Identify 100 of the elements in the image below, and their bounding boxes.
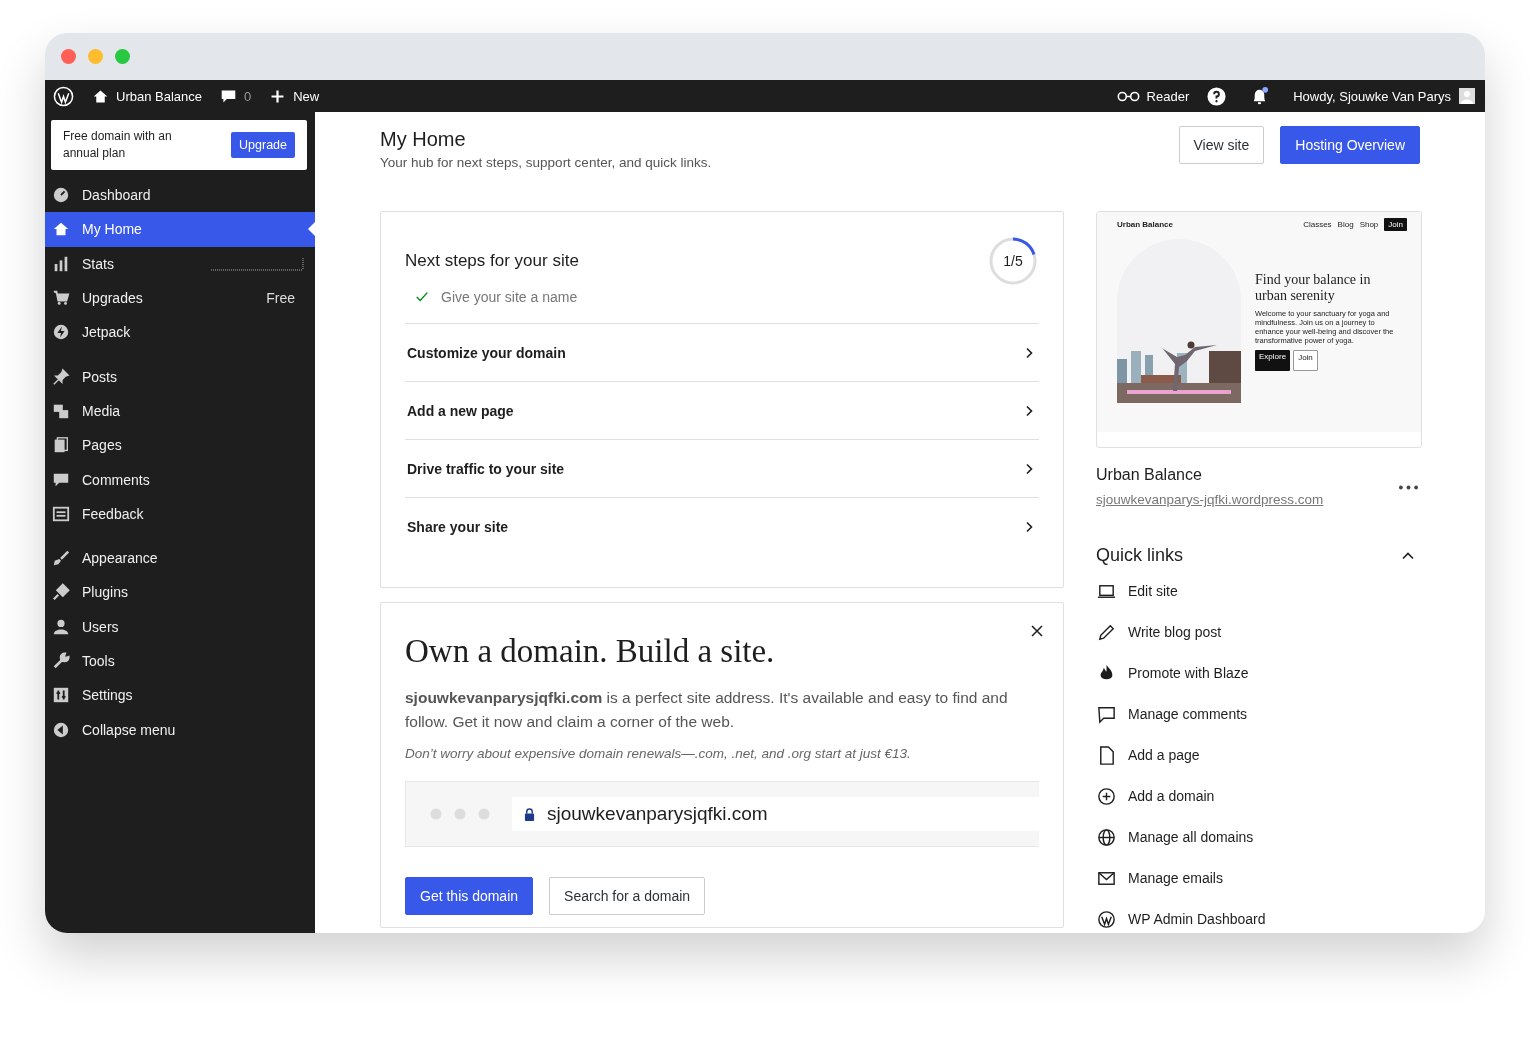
- user-icon: [52, 617, 70, 636]
- collapse-icon: [52, 720, 70, 739]
- sidebar-item[interactable]: Pages: [45, 428, 315, 463]
- preview-brand: Urban Balance: [1117, 220, 1174, 229]
- sidebar-label: Users: [82, 618, 120, 635]
- site-url-link[interactable]: sjouwkevanparys-jqfki.wordpress.com: [1096, 492, 1324, 507]
- sidebar-item[interactable]: Users: [45, 609, 315, 644]
- comments-link[interactable]: 0: [220, 87, 252, 105]
- quick-link[interactable]: Add a domain: [1096, 785, 1422, 807]
- preview-headline: Find your balance in urban serenity: [1255, 271, 1372, 304]
- sidebar-label: Dashboard: [82, 187, 152, 204]
- sidebar-item[interactable]: Dashboard: [45, 178, 315, 213]
- sidebar-label: Comments: [82, 471, 151, 488]
- step-item[interactable]: Drive traffic to your site: [405, 440, 1039, 498]
- preview-nav-button: Join: [1384, 218, 1407, 231]
- page-title: My Home: [380, 128, 467, 151]
- quick-link[interactable]: Write blog post: [1096, 621, 1422, 643]
- help-icon[interactable]: [1207, 86, 1227, 106]
- sidebar-item[interactable]: Media: [45, 393, 315, 429]
- sidebar-label: Settings: [82, 687, 134, 704]
- sidebar-item[interactable]: Posts: [45, 359, 315, 394]
- sidebar-item[interactable]: Upgrades Free: [45, 280, 315, 316]
- sidebar-label: Appearance: [82, 550, 159, 567]
- preview-button: Explore: [1255, 349, 1291, 371]
- form-icon: [52, 504, 70, 523]
- sidebar-item[interactable]: Stats: [45, 246, 315, 281]
- quick-link[interactable]: Add a page: [1096, 744, 1422, 766]
- sidebar-item[interactable]: Jetpack: [45, 315, 315, 350]
- sidebar-label: Stats: [82, 255, 115, 272]
- quick-link[interactable]: Edit site: [1096, 580, 1422, 602]
- check-icon: [415, 290, 429, 304]
- domain-address: sjouwkevanparysjqfki.com: [547, 803, 768, 825]
- promo-text: Free domain with an annual plan: [63, 128, 173, 162]
- chevron-icon[interactable]: [1402, 551, 1414, 560]
- preview-nav-link: Classes: [1303, 220, 1332, 229]
- new-link[interactable]: New: [269, 87, 320, 105]
- sidebar-label: Pages: [82, 437, 123, 454]
- pricing-note: Don’t worry about expensive domain renewals—.com, .net, and .org start at just €13.: [405, 746, 912, 761]
- sidebar-label: Tools: [82, 653, 116, 669]
- domain-button[interactable]: Search for a domain: [549, 877, 706, 915]
- bolt-icon: [52, 323, 70, 342]
- cart-icon: [52, 289, 70, 308]
- close-icon[interactable]: [1031, 625, 1043, 637]
- quick-link[interactable]: Promote with Blaze: [1096, 662, 1422, 684]
- account-link[interactable]: Howdy, Sjouwke Van Parys: [1293, 88, 1451, 104]
- plan-label: Free: [266, 290, 295, 307]
- brush-icon: [52, 549, 70, 568]
- wordpress-logo-icon[interactable]: [53, 85, 74, 107]
- quick-link[interactable]: WP Admin Dashboard: [1096, 908, 1422, 930]
- upgrade-button[interactable]: Upgrade: [231, 132, 295, 158]
- gauge-icon: [52, 186, 70, 205]
- domain-description: sjouwkevanparysjqfki.com is a perfect site address. It's available and easy to find and follow. Get it now and claim a corner of the web.: [405, 688, 1009, 732]
- sidebar-item[interactable]: Feedback: [45, 496, 315, 531]
- preview-nav-link: Blog: [1337, 220, 1354, 229]
- step-item[interactable]: Add a new page: [405, 382, 1039, 440]
- site-name: Urban Balance: [1096, 466, 1203, 484]
- sidebar-label: My Home: [82, 221, 143, 238]
- site-preview[interactable]: [1096, 211, 1422, 448]
- more-options-icon[interactable]: [1399, 484, 1418, 490]
- glasses-icon: [1116, 89, 1140, 103]
- pages-icon: [52, 436, 70, 455]
- wordpress-logo-icon: [1096, 908, 1117, 930]
- plus-circle-icon: [1096, 785, 1117, 807]
- sidebar-label: Plugins: [82, 584, 129, 601]
- sidebar-label: Posts: [82, 368, 118, 385]
- sidebar-item[interactable]: My Home: [45, 212, 315, 247]
- pin-icon: [52, 367, 70, 386]
- sliders-icon: [52, 686, 70, 705]
- header-button[interactable]: View site: [1178, 126, 1265, 164]
- wrench-icon: [52, 652, 70, 670]
- sidebar-item[interactable]: Plugins: [45, 575, 315, 610]
- quick-link[interactable]: Manage emails: [1096, 867, 1422, 889]
- header-button[interactable]: Hosting Overview: [1280, 126, 1420, 164]
- domain-title: Own a domain. Build a site.: [405, 633, 776, 670]
- quick-link[interactable]: Manage comments: [1096, 703, 1422, 725]
- preview-button: Join: [1293, 349, 1319, 371]
- sidebar-item[interactable]: Settings: [45, 678, 315, 713]
- domain-button[interactable]: Get this domain: [405, 877, 534, 915]
- preview-nav-link: Shop: [1359, 220, 1379, 229]
- site-link[interactable]: Urban Balance: [92, 87, 202, 105]
- sidebar-label: Media: [82, 402, 122, 419]
- sidebar-item[interactable]: Collapse menu: [45, 712, 315, 747]
- sidebar-item[interactable]: Comments: [45, 462, 315, 497]
- sidebar-label: Feedback: [82, 505, 145, 522]
- step-item[interactable]: Customize your domain: [405, 324, 1039, 382]
- globe-icon: [1096, 826, 1117, 848]
- sidebar-label: Jetpack: [82, 324, 132, 341]
- card-title: Next steps for your site: [405, 251, 579, 271]
- reader-link[interactable]: Reader: [1116, 88, 1190, 104]
- sidebar-label: Upgrades: [82, 290, 144, 307]
- quick-link[interactable]: Manage all domains: [1096, 826, 1422, 848]
- sidebar-label: Collapse menu: [82, 721, 177, 738]
- lock-icon: [524, 807, 535, 821]
- step-item[interactable]: Share your site: [405, 498, 1039, 555]
- quick-links-title: Quick links: [1096, 545, 1184, 566]
- bar-chart-icon: [52, 254, 70, 273]
- completed-step: Give your site a name: [441, 289, 578, 305]
- sidebar-item[interactable]: Tools: [45, 643, 315, 679]
- progress-ring: 1/5: [987, 235, 1039, 287]
- sidebar-item[interactable]: Appearance: [45, 540, 315, 576]
